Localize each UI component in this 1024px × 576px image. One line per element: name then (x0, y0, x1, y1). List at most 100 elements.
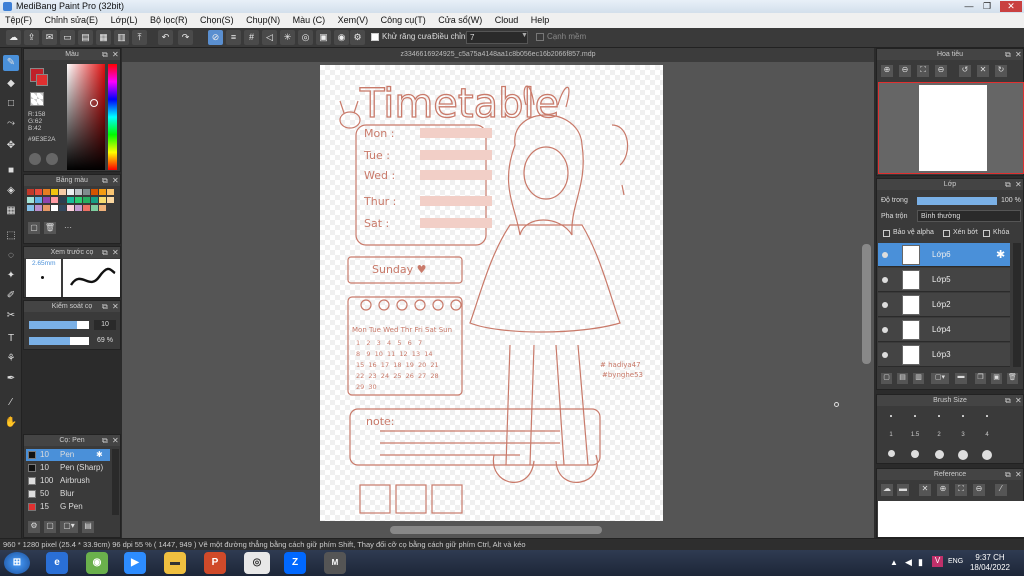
powerpoint-icon[interactable]: P (204, 552, 226, 574)
brush-size-value[interactable]: 10 (94, 320, 116, 330)
duplicate-icon[interactable]: ❐ (975, 373, 986, 384)
palette-swatch[interactable] (43, 189, 50, 195)
menu-select[interactable]: Chọn(S) (195, 13, 239, 28)
panel-close-icon[interactable]: ✕ (1015, 49, 1022, 60)
foreground-swatch[interactable] (36, 74, 48, 86)
eye-icon[interactable] (882, 327, 888, 333)
close-reference-icon[interactable]: ✕ (919, 484, 931, 496)
gradient-tool-icon[interactable]: ▦ (3, 203, 19, 219)
palette-swatch[interactable] (59, 205, 66, 211)
snap-cross-icon[interactable]: # (244, 30, 259, 45)
eyedropper-icon[interactable]: ⁄ (3, 395, 19, 411)
clipping-checkbox[interactable] (943, 230, 950, 237)
snap-ellipse-icon[interactable]: ◉ (334, 30, 349, 45)
brush-size-dot[interactable] (914, 415, 916, 417)
saturation-value-field[interactable] (67, 64, 105, 170)
language-indicator[interactable]: ENG (948, 558, 963, 565)
palette-swatch[interactable] (99, 189, 106, 195)
rotate-right-icon[interactable]: ↻ (995, 65, 1007, 77)
menu-tools[interactable]: Công cụ(T) (376, 13, 431, 28)
brush-size-slider[interactable] (29, 321, 89, 329)
brush-item[interactable]: 10 Pen (Sharp) (26, 462, 110, 474)
palette-swatch[interactable] (75, 189, 82, 195)
brush-item[interactable]: 10 Pen ✱ (26, 449, 110, 461)
move-tool-icon[interactable]: ✥ (3, 138, 19, 154)
layer-row[interactable]: Lớp2 (878, 293, 1010, 317)
shape-tool-icon[interactable]: ■ (3, 163, 19, 179)
minimize-button[interactable]: — (960, 1, 978, 12)
fill-tool-icon[interactable]: ◈ (3, 183, 19, 199)
panel-detach-icon[interactable]: ⧉ (1005, 469, 1011, 480)
ie-icon[interactable]: e (46, 552, 68, 574)
eraser-tool-icon[interactable]: ◆ (3, 76, 19, 92)
fit-icon[interactable]: ⛶ (955, 484, 967, 496)
palette-add-icon[interactable]: ▢ (28, 222, 40, 234)
panel-close-icon[interactable]: ✕ (1015, 395, 1022, 406)
open-folder-icon[interactable]: ▬ (897, 484, 909, 496)
panel-detach-icon[interactable]: ⧉ (102, 49, 108, 60)
menu-file[interactable]: Tệp(F) (0, 13, 37, 28)
brush-item[interactable]: 15 G Pen (26, 501, 110, 513)
medibang-icon[interactable]: M (324, 552, 346, 574)
zalo-icon[interactable]: Z (284, 552, 306, 574)
layer-row[interactable]: Lớp5 (878, 268, 1010, 292)
canvas[interactable]: Timetable Mon : Tue : Wed : Thur : Sat : Sun… (320, 65, 663, 521)
eye-icon[interactable] (882, 302, 888, 308)
menu-color[interactable]: Màu (C) (288, 13, 331, 28)
gear-icon[interactable]: ✱ (996, 248, 1005, 261)
snap-circle-icon[interactable]: ◎ (298, 30, 313, 45)
brush-opacity-slider[interactable] (29, 337, 89, 345)
export-icon[interactable]: ⤒ (132, 30, 147, 45)
restore-button[interactable]: ❐ (978, 1, 996, 12)
palette-swatch[interactable] (67, 205, 74, 211)
brush-size-dot[interactable] (890, 415, 892, 417)
zoom-in-icon[interactable]: ⊕ (881, 65, 893, 77)
panel-detach-icon[interactable]: ⧉ (102, 175, 108, 186)
layer-opacity-slider[interactable] (917, 197, 997, 205)
snap-curve-icon[interactable]: ▣ (316, 30, 331, 45)
palette-swatch[interactable] (27, 205, 34, 211)
magic-wand-icon[interactable]: ✦ (3, 268, 19, 284)
brush-tool-icon[interactable]: ✎ (3, 55, 19, 71)
grid-icon[interactable]: ▥ (114, 30, 129, 45)
share-icon[interactable]: ⇪ (24, 30, 39, 45)
palette-swatch[interactable] (51, 197, 58, 203)
palette-swatch[interactable] (83, 189, 90, 195)
palette-swatch[interactable] (27, 189, 34, 195)
palette-swatch[interactable] (51, 205, 58, 211)
rotate-left-icon[interactable]: ↺ (959, 65, 971, 77)
layer-row[interactable]: Lớp3 (878, 343, 1010, 367)
document-tab[interactable]: z3346616924925_c5a75a4148aa1c8b056ec16b2… (122, 48, 874, 62)
eye-icon[interactable] (882, 252, 888, 258)
volume-icon[interactable]: ◀ (905, 557, 912, 568)
panel-close-icon[interactable]: ✕ (112, 49, 119, 60)
snap-radial-icon[interactable]: ✳ (280, 30, 295, 45)
vietkey-icon[interactable]: V (932, 556, 943, 567)
navigator-preview[interactable] (878, 82, 1024, 174)
eye-icon[interactable] (882, 352, 888, 358)
menu-window[interactable]: Cửa sổ(W) (433, 13, 487, 28)
antialias-checkbox[interactable] (371, 33, 379, 41)
zoom-out-icon[interactable]: ⊖ (899, 65, 911, 77)
snap-off-icon[interactable]: ⊘ (208, 30, 223, 45)
panel-detach-icon[interactable]: ⧉ (102, 435, 108, 446)
panel-close-icon[interactable]: ✕ (112, 435, 119, 446)
eyedropper-icon[interactable]: ⁄ (995, 484, 1007, 496)
palette-swatch[interactable] (83, 205, 90, 211)
folder-icon[interactable]: ▬ (955, 373, 967, 384)
palette-swatch[interactable] (43, 205, 50, 211)
layer-row[interactable]: Lớp4 (878, 318, 1010, 342)
brush-size-dot[interactable] (934, 450, 944, 459)
layer-scrollbar[interactable] (1013, 243, 1021, 367)
select-eraser-icon[interactable]: ✂ (3, 308, 19, 324)
menu-view[interactable]: Xem(V) (333, 13, 374, 28)
background-color[interactable] (30, 92, 44, 106)
dot-tool-icon[interactable]: □ (3, 96, 19, 112)
menu-snap[interactable]: Chụp(N) (241, 13, 285, 28)
new-layer-icon[interactable]: ▢ (881, 373, 892, 384)
layer-menu-icon[interactable]: ▢▾ (931, 373, 949, 384)
merge-icon[interactable]: ▣ (991, 373, 1002, 384)
menu-help[interactable]: Help (526, 13, 555, 28)
brush-size-dot[interactable] (887, 450, 895, 457)
color-mode-icon[interactable] (46, 153, 58, 165)
